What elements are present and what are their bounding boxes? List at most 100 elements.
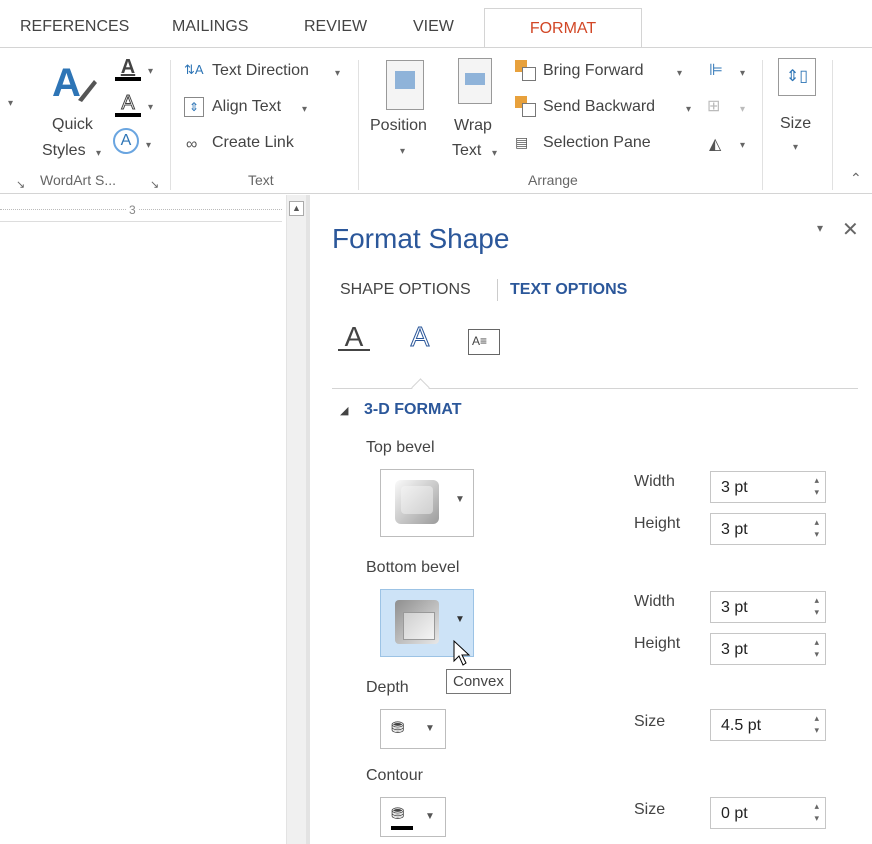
top-width-value[interactable]: 3 pt	[721, 479, 748, 497]
tooltip: Convex	[446, 669, 511, 694]
quick-styles-label-1[interactable]: Quick	[52, 116, 93, 134]
spinner-arrows-icon[interactable]: ▴ ▾	[814, 636, 819, 660]
depth-label: Depth	[366, 679, 409, 696]
wrap-text-icon[interactable]	[458, 58, 492, 104]
section-collapse-icon[interactable]: ◢	[340, 404, 348, 417]
bottom-height-label: Height	[634, 635, 681, 652]
depth-color-dropdown-icon[interactable]: ▼	[425, 723, 435, 734]
tab-view[interactable]: VIEW	[413, 18, 454, 36]
depth-color-picker[interactable]: ⛃ ▼	[380, 709, 446, 749]
align-text-button[interactable]: Align Text	[212, 98, 281, 116]
top-width-label: Width	[634, 473, 675, 490]
document-area[interactable]	[0, 195, 286, 844]
tab-references[interactable]: REFERENCES	[20, 18, 129, 36]
rotate-icon[interactable]: ◭	[709, 134, 721, 154]
top-height-spinner[interactable]: 3 pt ▴ ▾	[710, 513, 826, 545]
align-dropdown-icon[interactable]: ▾	[740, 68, 745, 79]
pane-options-dropdown-icon[interactable]: ▾	[817, 221, 823, 235]
group-icon[interactable]: ⊞	[707, 96, 720, 116]
align-text-icon[interactable]: ⇕	[184, 97, 204, 117]
spinner-arrows-icon[interactable]: ▴ ▾	[814, 474, 819, 498]
top-width-spinner[interactable]: 3 pt ▴ ▾	[710, 471, 826, 503]
bottom-width-value[interactable]: 3 pt	[721, 599, 748, 617]
bottom-width-spinner[interactable]: 3 pt ▴ ▾	[710, 591, 826, 623]
top-bevel-label: Top bevel	[366, 439, 435, 456]
quick-styles-label-2[interactable]: Styles	[42, 142, 86, 160]
top-height-value[interactable]: 3 pt	[721, 521, 748, 539]
vertical-scrollbar[interactable]: ▲	[286, 195, 307, 844]
textbox-layout-icon[interactable]: A≡	[468, 329, 500, 355]
text-direction-icon[interactable]: ⇅A	[184, 62, 204, 78]
send-backward-dropdown-icon[interactable]: ▾	[686, 104, 691, 115]
align-text-dropdown-icon[interactable]: ▾	[302, 104, 307, 115]
position-icon[interactable]	[386, 60, 424, 110]
size-icon[interactable]: ⇕▯	[778, 58, 816, 96]
wrap-text-dropdown-icon[interactable]: ▾	[492, 148, 497, 159]
section-3d-format[interactable]: 3-D FORMAT	[364, 401, 461, 419]
position-dropdown-icon[interactable]: ▾	[400, 146, 405, 157]
tab-mailings[interactable]: MAILINGS	[172, 18, 248, 36]
size-dropdown-icon[interactable]: ▾	[793, 142, 798, 153]
text-fill-dropdown-icon[interactable]: ▾	[148, 66, 153, 77]
link-icon: ∞	[186, 136, 198, 153]
depth-size-value[interactable]: 4.5 pt	[721, 717, 761, 735]
contour-size-spinner[interactable]: 0 pt ▴ ▾	[710, 797, 826, 829]
quick-styles-dropdown-icon[interactable]: ▾	[96, 148, 101, 159]
text-direction-button[interactable]: Text Direction	[212, 62, 309, 80]
spinner-arrows-icon[interactable]: ▴ ▾	[814, 712, 819, 736]
tab-review[interactable]: REVIEW	[304, 18, 367, 36]
depth-size-spinner[interactable]: 4.5 pt ▴ ▾	[710, 709, 826, 741]
contour-color-picker[interactable]: ⛃ ▼	[380, 797, 446, 837]
bottom-height-value[interactable]: 3 pt	[721, 641, 748, 659]
contour-color-dropdown-icon[interactable]: ▼	[425, 811, 435, 822]
wordart-dialog-launcher-icon[interactable]: ↘	[150, 178, 159, 191]
wordart-launcher-left-icon[interactable]: ↘	[16, 178, 25, 191]
text-fill-icon[interactable]: A	[115, 56, 141, 86]
text-fill-outline-icon[interactable]: A	[338, 321, 370, 361]
horizontal-ruler[interactable]: 3	[0, 199, 282, 222]
arrange-group-label: Arrange	[528, 172, 578, 188]
wrap-text-label-1[interactable]: Wrap	[454, 117, 492, 135]
group-dropdown-icon[interactable]: ▾	[740, 104, 745, 115]
svg-text:A: A	[52, 61, 81, 105]
bring-forward-dropdown-icon[interactable]: ▾	[677, 68, 682, 79]
tab-text-options[interactable]: TEXT OPTIONS	[510, 281, 627, 299]
text-outline-icon[interactable]: A	[115, 92, 141, 122]
bottom-width-label: Width	[634, 593, 675, 610]
paint-bucket-icon: ⛃	[391, 806, 405, 823]
bottom-height-spinner[interactable]: 3 pt ▴ ▾	[710, 633, 826, 665]
rotate-dropdown-icon[interactable]: ▾	[740, 140, 745, 151]
create-link-button[interactable]: Create Link	[212, 134, 294, 152]
selection-pane-button[interactable]: Selection Pane	[543, 134, 651, 152]
bottom-bevel-dropdown-icon[interactable]: ▼	[455, 614, 465, 625]
selection-pane-icon: ▤	[515, 134, 529, 150]
text-outline-dropdown-icon[interactable]: ▾	[148, 102, 153, 113]
wrap-text-label-2[interactable]: Text	[452, 142, 481, 160]
pane-splitter[interactable]	[306, 195, 310, 844]
top-bevel-picker[interactable]: ▼	[380, 469, 474, 537]
position-button[interactable]: Position	[370, 117, 427, 135]
size-button[interactable]: Size	[780, 115, 811, 133]
close-pane-icon[interactable]: ✕	[842, 217, 859, 242]
spinner-arrows-icon[interactable]: ▴ ▾	[814, 800, 819, 824]
wordart-quick-styles-icon[interactable]: A	[52, 58, 98, 106]
top-bevel-dropdown-icon[interactable]: ▼	[455, 494, 465, 505]
spinner-arrows-icon[interactable]: ▴ ▾	[814, 594, 819, 618]
align-icon[interactable]: ⊫	[709, 60, 723, 80]
text-effects-icon[interactable]: A	[113, 128, 139, 154]
tab-format[interactable]: FORMAT	[484, 8, 642, 49]
send-backward-button[interactable]: Send Backward	[543, 98, 655, 116]
contour-size-value[interactable]: 0 pt	[721, 805, 748, 823]
text-effects-tab-icon[interactable]: A	[404, 321, 436, 361]
top-height-label: Height	[634, 515, 681, 532]
ribbon-scroll-left-arrow[interactable]: ▾	[8, 98, 13, 109]
scroll-up-icon[interactable]: ▲	[289, 201, 304, 216]
send-backward-icon[interactable]	[515, 96, 537, 117]
text-effects-dropdown-icon[interactable]: ▾	[146, 140, 151, 151]
text-direction-dropdown-icon[interactable]: ▾	[335, 68, 340, 79]
bring-forward-icon[interactable]	[515, 60, 537, 81]
spinner-arrows-icon[interactable]: ▴ ▾	[814, 516, 819, 540]
collapse-ribbon-icon[interactable]: ⌃	[850, 170, 862, 187]
tab-shape-options[interactable]: SHAPE OPTIONS	[340, 281, 471, 299]
bring-forward-button[interactable]: Bring Forward	[543, 62, 643, 80]
